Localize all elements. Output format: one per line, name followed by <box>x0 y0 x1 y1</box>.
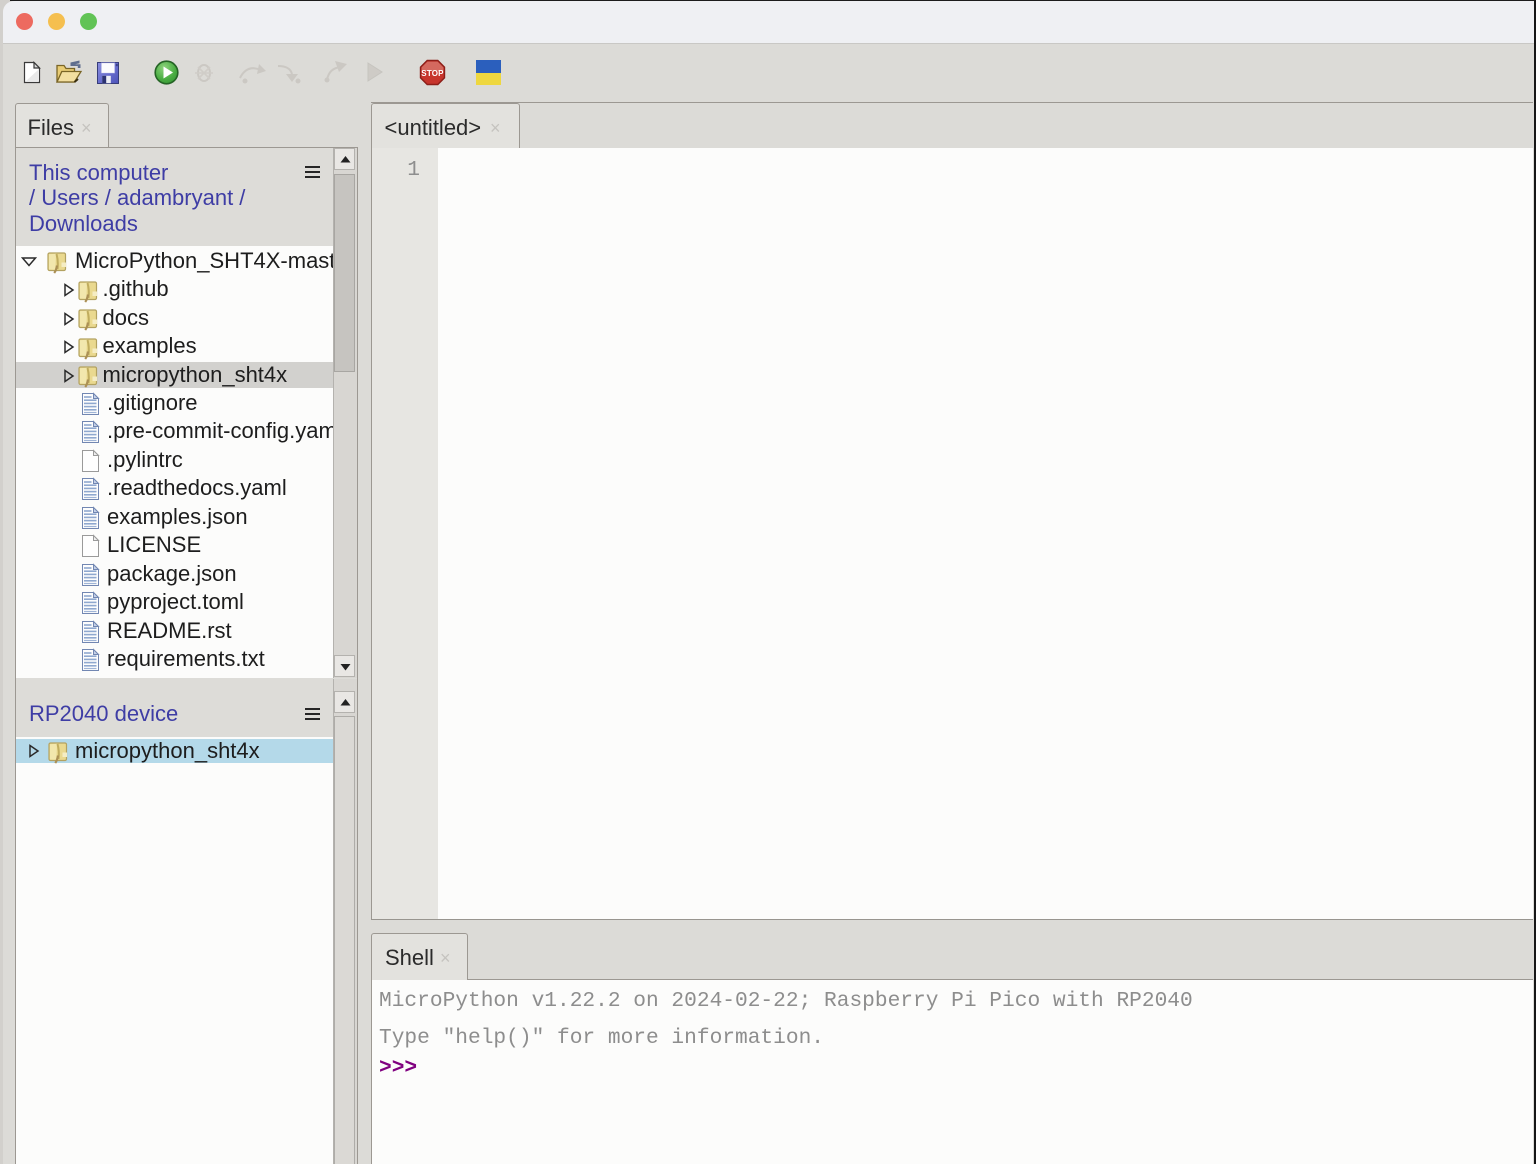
svg-text:STOP: STOP <box>421 69 444 78</box>
